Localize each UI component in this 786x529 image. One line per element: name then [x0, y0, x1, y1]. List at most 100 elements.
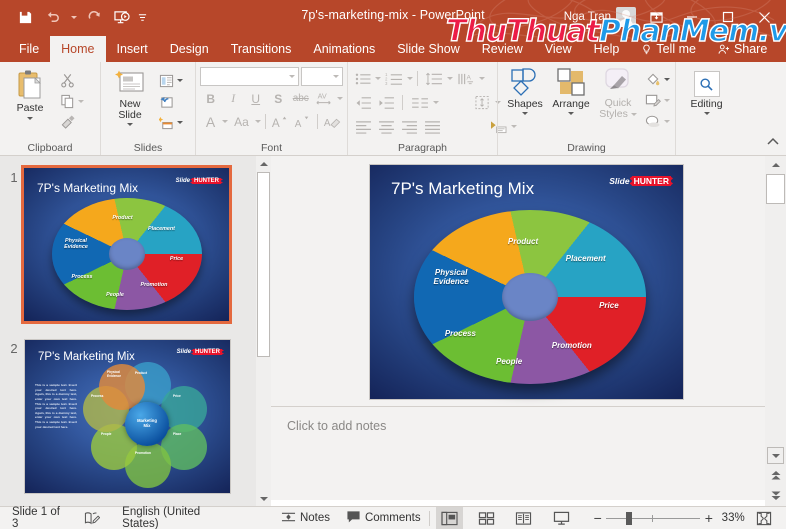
reading-view-button[interactable] — [510, 507, 537, 529]
slide-editing-stage[interactable]: 7P's Marketing Mix Slide HUNTER Product … — [271, 156, 765, 406]
slide-sorter-view-button[interactable] — [473, 507, 500, 529]
copy-dropdown-icon[interactable] — [78, 100, 84, 103]
close-button[interactable] — [746, 3, 782, 31]
zoom-level-label[interactable]: 33% — [718, 507, 751, 529]
font-size-dropdown-icon[interactable] — [333, 75, 339, 78]
bullets-dropdown-icon[interactable] — [375, 77, 381, 80]
character-spacing-button[interactable]: AV — [313, 88, 336, 109]
fit-slide-to-window-button[interactable] — [751, 507, 778, 529]
align-right-button[interactable] — [398, 116, 420, 137]
thumbnail-scroll-down-button[interactable] — [256, 491, 271, 506]
text-direction-dropdown-icon[interactable] — [479, 77, 485, 80]
slide-layout-button[interactable] — [155, 70, 177, 91]
align-left-button[interactable] — [352, 116, 374, 137]
editing-button[interactable]: Editing — [680, 69, 733, 117]
shapes-dropdown-icon[interactable] — [522, 112, 528, 115]
ribbon-display-options-button[interactable] — [638, 3, 674, 31]
current-slide-title[interactable]: 7P's Marketing Mix — [391, 179, 534, 199]
zoom-slider-thumb[interactable] — [626, 511, 633, 525]
slide-layout-dropdown-icon[interactable] — [177, 79, 183, 82]
maximize-button[interactable] — [710, 3, 746, 31]
tab-design[interactable]: Design — [159, 36, 220, 62]
tab-share[interactable]: Share — [707, 36, 778, 62]
slide-scrollbar-thumb[interactable] — [766, 174, 785, 204]
shape-outline-button[interactable] — [642, 90, 664, 111]
align-text-button[interactable] — [470, 92, 494, 113]
tab-animations[interactable]: Animations — [302, 36, 386, 62]
line-spacing-button[interactable] — [422, 68, 446, 89]
normal-view-button[interactable] — [435, 506, 463, 529]
new-slide-button[interactable]: New Slide — [105, 67, 155, 128]
collapse-ribbon-button[interactable] — [766, 135, 780, 153]
font-color-button[interactable]: A — [206, 114, 215, 130]
shape-outline-dropdown-icon[interactable] — [664, 99, 670, 102]
shape-fill-button[interactable] — [642, 69, 664, 90]
align-center-button[interactable] — [375, 116, 397, 137]
underline-button[interactable]: U — [251, 92, 260, 106]
tab-slide-show[interactable]: Slide Show — [386, 36, 471, 62]
editing-dropdown-icon[interactable] — [703, 112, 710, 115]
change-case-dropdown-icon[interactable] — [254, 120, 261, 123]
slide-area-scrollbar[interactable] — [765, 156, 786, 506]
shapes-button[interactable]: Shapes — [502, 65, 548, 117]
decrease-indent-button[interactable] — [352, 92, 374, 113]
notes-toggle-button[interactable]: Notes — [245, 507, 338, 529]
current-slide-canvas[interactable]: 7P's Marketing Mix Slide HUNTER Product … — [369, 164, 684, 400]
tab-transitions[interactable]: Transitions — [220, 36, 303, 62]
line-spacing-dropdown-icon[interactable] — [447, 77, 453, 80]
character-spacing-dropdown-icon[interactable] — [336, 97, 343, 100]
slide-thumbnail-pane[interactable]: 1 7P's Marketing Mix Slide HUNTER Produc… — [0, 156, 256, 506]
font-size-input[interactable] — [301, 67, 343, 86]
thumbnail-scrollbar-thumb[interactable] — [257, 172, 270, 357]
zoom-in-button[interactable]: + — [700, 510, 718, 526]
thumbnail-slide-2[interactable]: 2 7P's Marketing Mix Slide HUNTER This i… — [4, 339, 231, 494]
notes-placeholder[interactable]: Click to add notes — [287, 419, 386, 433]
paste-button[interactable]: Paste — [4, 67, 56, 122]
zoom-out-button[interactable]: − — [589, 510, 607, 526]
bold-button[interactable]: B — [206, 92, 215, 106]
current-marketing-mix-wheel[interactable]: Product Placement Price Promotion People… — [414, 210, 646, 384]
accessibility-checker-button[interactable] — [76, 507, 108, 529]
language-status[interactable]: English (United States) — [108, 506, 245, 529]
paste-dropdown-icon[interactable] — [27, 117, 33, 120]
cut-button[interactable] — [56, 70, 78, 91]
arrange-dropdown-icon[interactable] — [568, 112, 574, 115]
shape-fill-dropdown-icon[interactable] — [664, 78, 670, 81]
slide-scroll-up-button[interactable] — [765, 156, 786, 173]
font-name-input[interactable] — [200, 67, 300, 86]
next-slide-button[interactable] — [765, 486, 786, 504]
slide-scroll-down-button[interactable] — [767, 447, 784, 464]
clear-all-formatting-button[interactable]: A — [322, 111, 343, 132]
copy-button[interactable] — [56, 91, 78, 112]
text-direction-button[interactable]: A — [454, 68, 478, 89]
notes-pane[interactable]: Click to add notes — [271, 406, 765, 500]
previous-slide-button[interactable] — [765, 466, 786, 484]
columns-dropdown-icon[interactable] — [433, 101, 439, 104]
font-color-dropdown-icon[interactable] — [222, 120, 229, 123]
tab-review[interactable]: Review — [471, 36, 534, 62]
italic-button[interactable]: I — [231, 91, 235, 106]
tab-file[interactable]: File — [8, 36, 50, 62]
zoom-slider[interactable] — [606, 507, 701, 529]
shape-effects-dropdown-icon[interactable] — [664, 120, 670, 123]
thumbnail-scroll-up-button[interactable] — [256, 156, 271, 171]
quick-styles-button[interactable]: Quick Styles — [594, 65, 642, 122]
minimize-button[interactable] — [674, 3, 710, 31]
numbering-button[interactable]: 123 — [382, 68, 406, 89]
change-case-button[interactable]: Aa — [234, 115, 249, 129]
tab-tell-me[interactable]: Tell me — [630, 36, 707, 62]
thumbnail-frame-2[interactable]: 7P's Marketing Mix Slide HUNTER This is … — [24, 339, 231, 494]
section-dropdown-icon[interactable] — [177, 121, 183, 124]
increase-indent-button[interactable] — [375, 92, 397, 113]
justify-button[interactable] — [421, 116, 443, 137]
arrange-button[interactable]: Arrange — [548, 65, 594, 117]
tab-insert[interactable]: Insert — [106, 36, 159, 62]
thumbnail-frame-1[interactable]: 7P's Marketing Mix Slide HUNTER Product … — [21, 165, 232, 324]
increase-font-size-button[interactable]: A — [270, 111, 291, 132]
font-name-dropdown-icon[interactable] — [289, 75, 296, 78]
section-button[interactable] — [155, 112, 177, 133]
thumbnail-pane-scrollbar[interactable] — [256, 156, 271, 506]
thumbnail-slide-1[interactable]: 1 7P's Marketing Mix Slide HUNTER Produc… — [4, 165, 232, 324]
user-account[interactable]: Nga Tran — [564, 7, 636, 27]
tab-home[interactable]: Home — [50, 36, 106, 62]
